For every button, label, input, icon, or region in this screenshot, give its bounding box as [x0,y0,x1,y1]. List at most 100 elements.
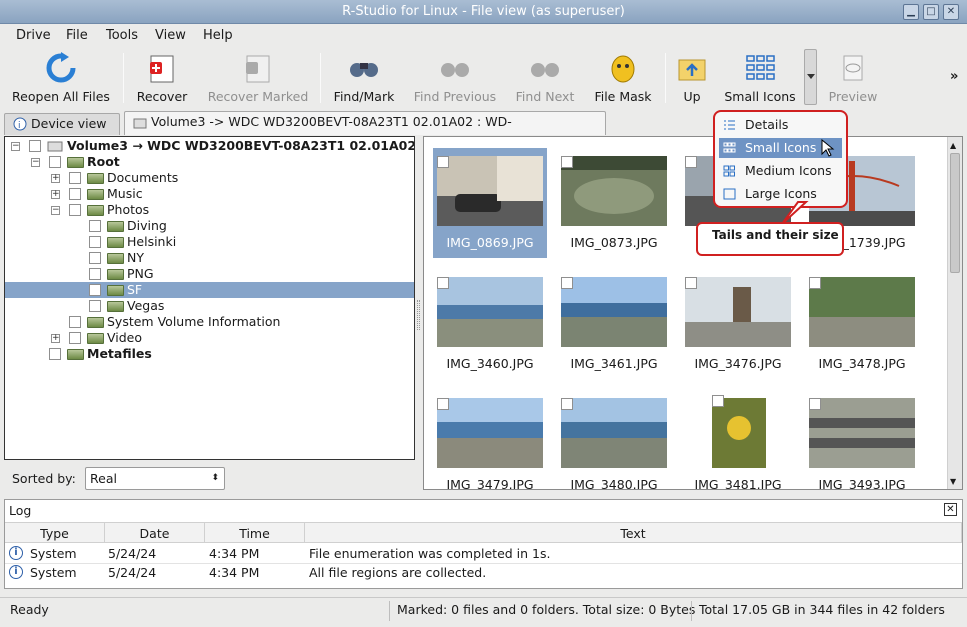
checkbox[interactable] [685,277,697,289]
file-name: IMG_0873.JPG [570,235,658,250]
recover-marked-button[interactable]: Recover Marked [203,49,313,107]
panel-splitter[interactable] [417,300,420,330]
folder-icon [107,285,124,296]
log-col-type[interactable]: Type [5,522,105,543]
thumbnail-img-3476[interactable] [685,277,791,347]
tree-node-helsinki[interactable]: Helsinki [5,234,414,250]
files-scrollbar[interactable]: ▲ ▼ [947,137,962,489]
thumbnail-img-3479[interactable] [437,398,543,468]
log-col-date[interactable]: Date [105,522,205,543]
checkbox[interactable] [437,277,449,289]
file-mask-button[interactable]: File Mask [590,49,656,107]
menu-view[interactable]: View [155,28,186,43]
checkbox[interactable] [437,398,449,410]
recover-button[interactable]: Recover [130,49,194,107]
checkbox[interactable] [89,220,101,232]
checkbox[interactable] [49,156,61,168]
log-close-icon[interactable]: ✕ [944,503,957,516]
toolbar-overflow-button[interactable]: » [950,69,958,84]
checkbox[interactable] [29,140,41,152]
checkbox[interactable] [69,332,81,344]
info-icon: i [9,565,23,579]
tree-node-music[interactable]: + Music [5,186,414,202]
thumbnail-img-3460[interactable] [437,277,543,347]
minimize-button[interactable]: ▁ [903,4,919,20]
file-name: IMG_3493.JPG [818,477,906,490]
checkbox[interactable] [89,252,101,264]
checkbox[interactable] [69,172,81,184]
checkbox[interactable] [561,398,573,410]
menu-help[interactable]: Help [203,28,233,43]
checkbox[interactable] [89,236,101,248]
menu-tools[interactable]: Tools [106,28,138,43]
tree-node-documents[interactable]: + Documents [5,170,414,186]
title-bar: R-Studio for Linux - File view (as super… [0,0,967,24]
file-name: IMG_3481.JPG [694,477,782,490]
up-button[interactable]: Up [672,49,712,107]
thumbnail-img-0873[interactable] [561,156,667,226]
close-button[interactable]: ✕ [943,4,959,20]
checkbox[interactable] [69,316,81,328]
log-col-text[interactable]: Text [305,522,962,543]
tree-node-video[interactable]: + Video [5,330,414,346]
view-dropdown-toggle[interactable] [804,49,817,105]
maximize-button[interactable]: □ [923,4,939,20]
tab-device-view[interactable]: i Device view [4,113,120,135]
log-col-time[interactable]: Time [205,522,305,543]
tree-node-ny[interactable]: NY [5,250,414,266]
checkbox[interactable] [561,277,573,289]
checkbox[interactable] [809,277,821,289]
checkbox[interactable] [685,156,697,168]
checkbox[interactable] [89,300,101,312]
thumbnail-img-3480[interactable] [561,398,667,468]
tree-node-sf[interactable]: SF [5,282,414,298]
preview-button[interactable]: Preview [822,49,884,107]
checkbox[interactable] [561,156,573,168]
file-icon-view[interactable]: IMG_0869.JPG IMG_0873.JPG IMG_1739.JPG I… [423,136,963,490]
scroll-thumb[interactable] [950,153,960,273]
tree-node-png[interactable]: PNG [5,266,414,282]
tree-label: System Volume Information [107,314,281,329]
tree-node-vegas[interactable]: Vegas [5,298,414,314]
thumbnail-img-3493[interactable] [809,398,915,468]
checkbox[interactable] [49,348,61,360]
tab-volume[interactable]: Volume3 -> WDC WD3200BEVT-08A23T1 02.01A… [124,111,606,149]
menu-drive[interactable]: Drive [16,28,51,43]
find-previous-button[interactable]: Find Previous [410,49,500,107]
preview-icon [843,55,863,81]
sorted-by-select[interactable]: Real ⬍ [85,467,225,490]
reopen-all-files-button[interactable]: Reopen All Files [6,49,116,107]
file-name: IMG_3461.JPG [570,356,658,371]
folder-tree[interactable]: − Volume3 → WDC WD3200BEVT-08A23T1 02.01… [4,136,415,460]
thumbnail-img-3461[interactable] [561,277,667,347]
tree-node-diving[interactable]: Diving [5,218,414,234]
view-option-details[interactable]: Details [719,115,842,135]
tree-node-metafiles[interactable]: Metafiles [5,346,414,362]
menu-bar: Drive File Tools View Help [0,25,967,46]
folder-icon [107,253,124,264]
menu-file[interactable]: File [66,28,88,43]
checkbox[interactable] [89,284,101,296]
log-text: All file regions are collected. [309,565,487,580]
checkbox[interactable] [712,395,724,407]
checkbox[interactable] [809,398,821,410]
view-option-medium-icons[interactable]: Medium Icons [719,161,842,181]
thumbnail-img-3481[interactable] [712,398,766,468]
tree-node-volume[interactable]: − Volume3 → WDC WD3200BEVT-08A23T1 02.01… [5,138,414,154]
tab-device-view-label: Device view [31,116,107,131]
checkbox[interactable] [437,156,449,168]
find-mark-button[interactable]: Find/Mark [330,49,398,107]
thumbnail-img-0869[interactable] [437,156,543,226]
thumbnail-img-3478[interactable] [809,277,915,347]
checkbox[interactable] [69,188,81,200]
scroll-up-icon[interactable]: ▲ [950,141,960,150]
checkbox[interactable] [89,268,101,280]
scroll-down-icon[interactable]: ▼ [950,477,960,486]
sorted-by-value: Real [90,471,117,486]
small-icons-button[interactable]: Small Icons [720,49,800,107]
checkbox[interactable] [69,204,81,216]
find-next-button[interactable]: Find Next [512,49,578,107]
tree-node-system-volume-information[interactable]: System Volume Information [5,314,414,330]
tree-node-photos[interactable]: − Photos [5,202,414,218]
tree-node-root[interactable]: − Root [5,154,414,170]
